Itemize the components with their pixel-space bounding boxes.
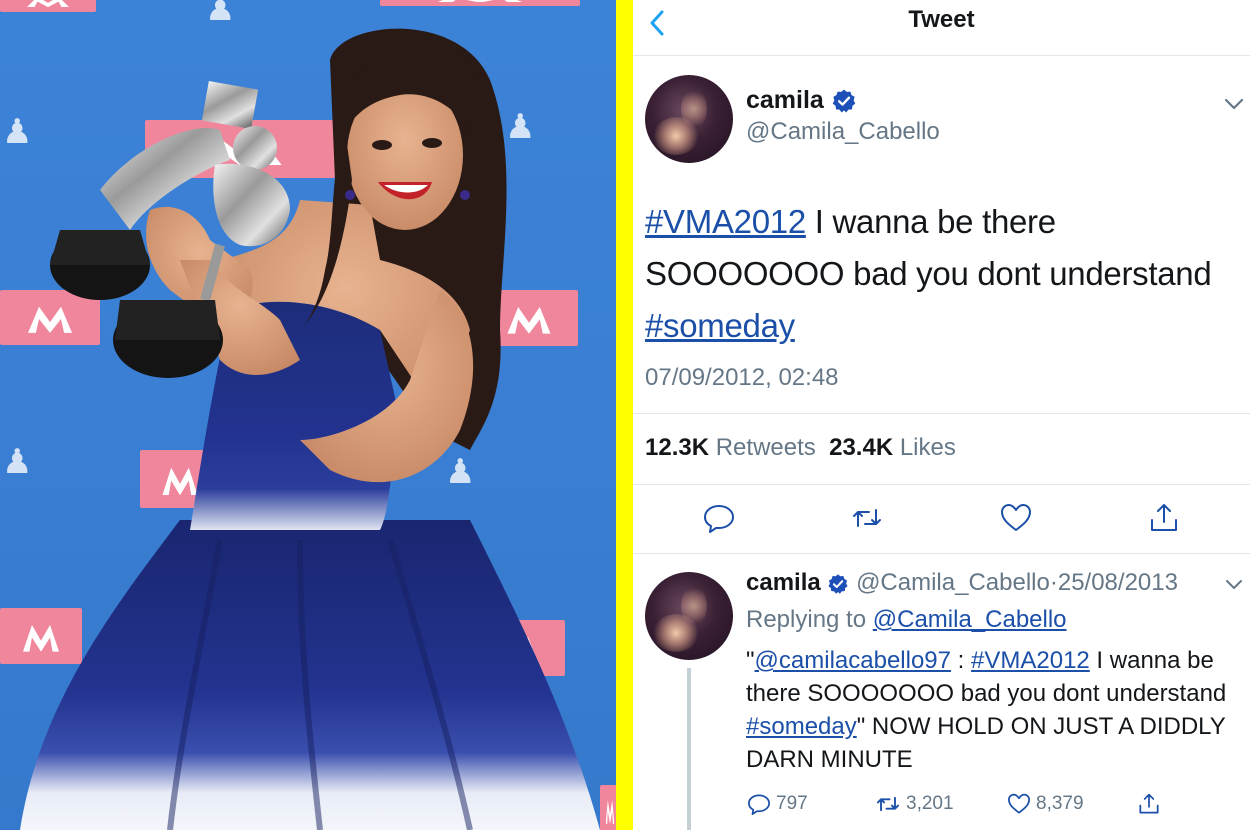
avatar[interactable] (645, 75, 733, 163)
reply-action-bar: 797 3,201 8,379 (746, 790, 1246, 820)
avatar[interactable] (645, 572, 733, 660)
tweet-text: #VMA2012 I wanna be there SOOOOOOO bad y… (645, 196, 1245, 352)
engagement-stats: 12.3K Retweets 23.4K Likes (645, 434, 956, 462)
retweet-button[interactable]: 3,201 (874, 790, 954, 818)
reply-text: "@camilacabello97 : #VMA2012 I wanna be … (746, 647, 1227, 773)
speech-bubble-icon[interactable] (701, 500, 737, 536)
heart-icon[interactable] (998, 500, 1034, 536)
like-button[interactable]: 8,379 (1006, 790, 1084, 818)
replying-to: Replying to @Camila_Cabello (746, 606, 1067, 633)
hashtag-link[interactable]: #someday (746, 713, 857, 740)
hashtag-link[interactable]: #VMA2012 (971, 647, 1090, 674)
date-separator: · (1049, 569, 1058, 596)
share-button[interactable] (1136, 790, 1162, 818)
retweet-count: 3,201 (906, 793, 954, 814)
divider (633, 553, 1250, 554)
verified-badge-icon (832, 90, 856, 113)
verified-badge-icon (828, 574, 848, 594)
tweet-action-bar (633, 500, 1250, 540)
yellow-divider (616, 0, 633, 830)
share-icon[interactable] (1146, 500, 1182, 536)
mention-link[interactable]: @camilacabello97 (755, 647, 951, 674)
retweet-icon (876, 796, 900, 812)
retweets-stat[interactable]: 12.3K Retweets (645, 434, 816, 461)
divider (633, 484, 1250, 485)
singer-with-trophies (20, 28, 600, 830)
top-nav-bar: Tweet (633, 0, 1250, 56)
like-count: 8,379 (1036, 793, 1084, 814)
chevron-down-icon[interactable] (1223, 96, 1245, 112)
speech-bubble-icon (748, 794, 770, 815)
hashtag-link[interactable]: #VMA2012 (645, 203, 806, 240)
page-title: Tweet (908, 6, 975, 33)
event-photo: ♟ ♟ ♟ ♟ ♟ (0, 0, 616, 830)
reply-button[interactable]: 797 (746, 790, 808, 818)
likes-stat[interactable]: 23.4K Likes (829, 434, 956, 461)
thread-line (687, 668, 691, 830)
retweet-icon[interactable] (849, 500, 885, 536)
display-name[interactable]: camila (746, 569, 821, 596)
divider (633, 413, 1250, 414)
display-name[interactable]: camila (746, 86, 824, 114)
mention-link[interactable]: @Camila_Cabello (873, 606, 1067, 633)
share-icon (1139, 793, 1159, 814)
tweet-timestamp[interactable]: 07/09/2012, 02:48 (645, 364, 839, 392)
tweet-detail-view: Tweet camila @Camila_Cabello #VMA2012 I … (633, 0, 1250, 830)
reply-header: camila @Camila_Cabello·25/08/2013 (746, 569, 1178, 597)
chevron-down-icon[interactable] (1225, 578, 1243, 591)
heart-icon (1008, 793, 1030, 814)
handle[interactable]: @Camila_Cabello (856, 569, 1050, 596)
reply-count: 797 (776, 793, 808, 814)
reply-date[interactable]: 25/08/2013 (1058, 569, 1178, 596)
hashtag-link[interactable]: #someday (645, 307, 795, 344)
handle[interactable]: @Camila_Cabello (746, 118, 940, 146)
